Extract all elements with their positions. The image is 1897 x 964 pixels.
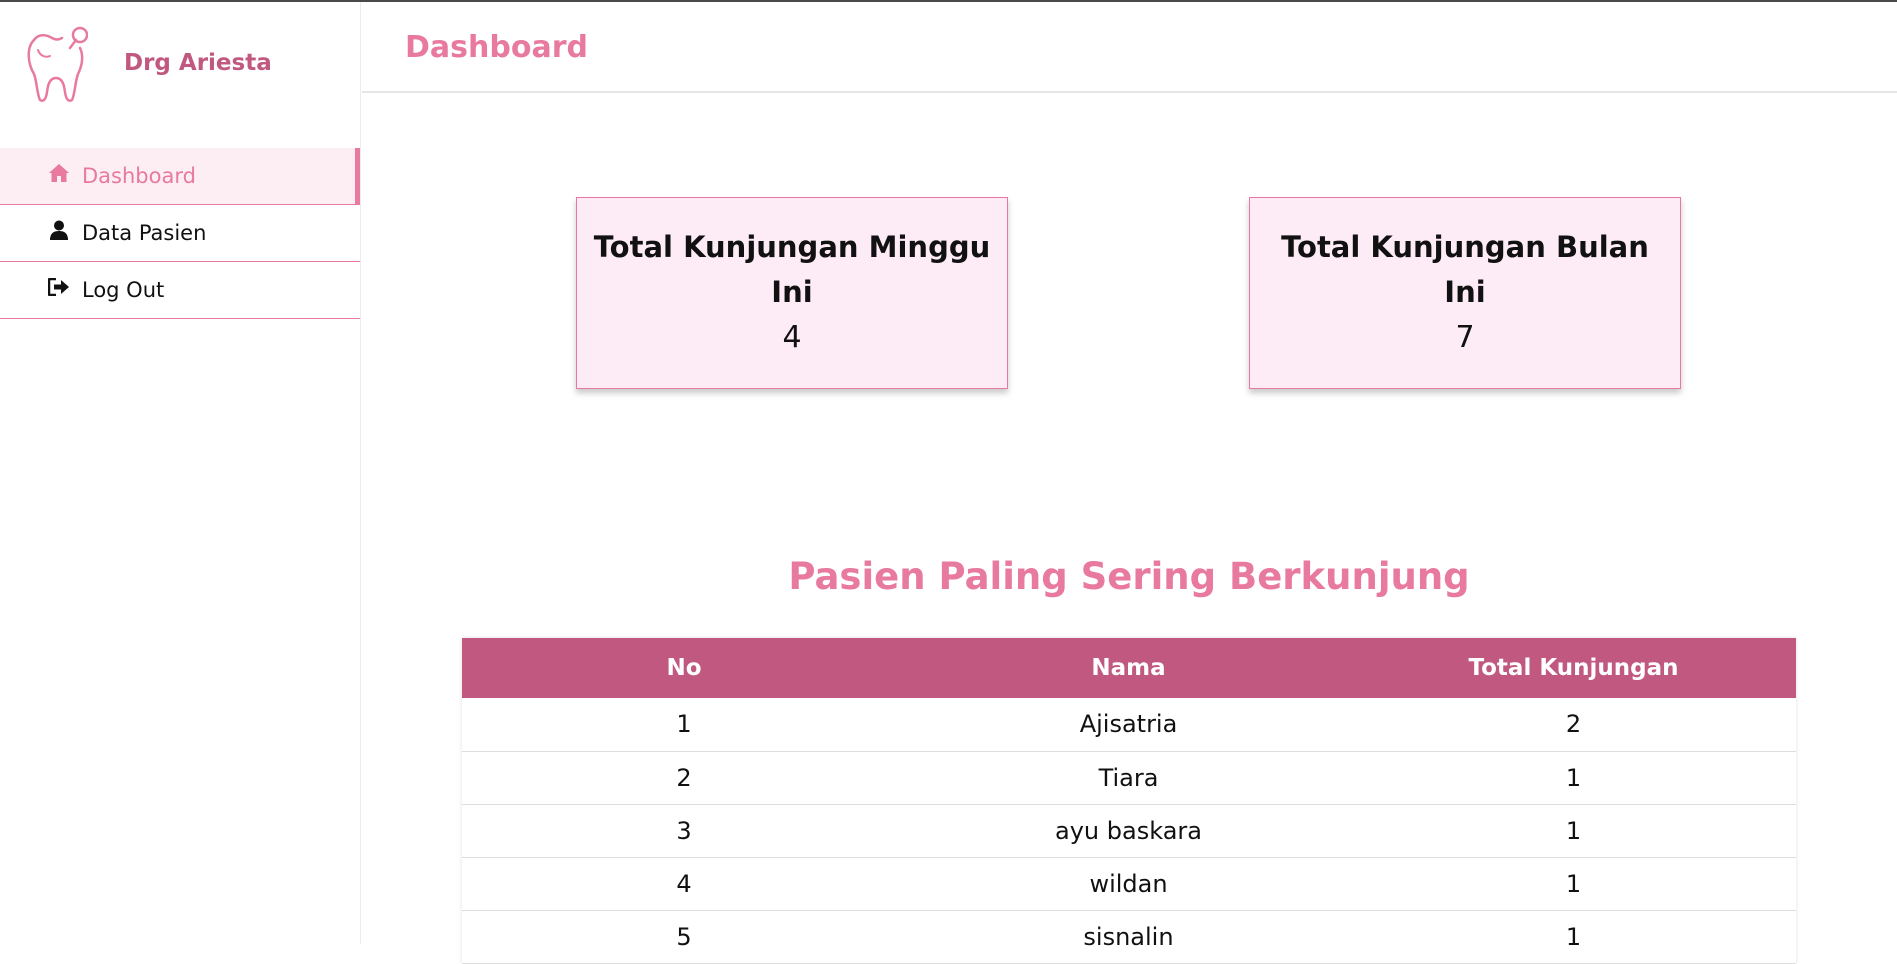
sidebar-item-log-out[interactable]: Log Out bbox=[0, 262, 360, 319]
monthly-visits-card: Total Kunjungan Bulan Ini 7 bbox=[1249, 197, 1681, 389]
table-cell: sisnalin bbox=[906, 910, 1351, 964]
table-row: 5 sisnalin 1 bbox=[462, 910, 1796, 964]
column-header: Total Kunjungan bbox=[1468, 655, 1679, 681]
column-header: No bbox=[666, 655, 702, 681]
table-row: 1 Ajisatria 2 bbox=[462, 698, 1796, 752]
home-icon bbox=[48, 162, 70, 184]
sidebar-item-label: Dashboard bbox=[82, 164, 196, 188]
column-header: Nama bbox=[1091, 655, 1166, 681]
sidebar-nav: Dashboard Data Pasien Log Out bbox=[0, 148, 360, 319]
table-cell: 2 bbox=[1351, 698, 1796, 752]
table-cell: 1 bbox=[1351, 910, 1796, 964]
card-title: Total Kunjungan Bulan Ini bbox=[1281, 230, 1649, 309]
brand[interactable]: Drg Ariesta bbox=[24, 26, 354, 106]
frequent-patients-table: No Nama Total Kunjungan 1 Ajisatria 2 2 … bbox=[462, 638, 1796, 964]
table-header-row: No Nama Total Kunjungan bbox=[462, 638, 1796, 698]
sign-out-icon bbox=[48, 276, 70, 298]
table-cell: 2 bbox=[462, 751, 906, 805]
table-cell: 4 bbox=[462, 857, 906, 911]
card-value: 4 bbox=[782, 320, 802, 355]
sidebar-item-data-pasien[interactable]: Data Pasien bbox=[0, 205, 360, 262]
card-title: Total Kunjungan Minggu Ini bbox=[593, 230, 991, 309]
sidebar: Drg Ariesta Dashboard Data Pasien Log Ou… bbox=[0, 2, 361, 944]
brand-name: Drg Ariesta bbox=[124, 50, 272, 76]
section-title: Pasien Paling Sering Berkunjung bbox=[788, 555, 1470, 598]
table-cell: 1 bbox=[1351, 857, 1796, 911]
page-title: Dashboard bbox=[405, 30, 588, 65]
table-row: 4 wildan 1 bbox=[462, 857, 1796, 911]
tooth-icon bbox=[27, 26, 88, 102]
table-cell: 5 bbox=[462, 910, 906, 964]
weekly-visits-card: Total Kunjungan Minggu Ini 4 bbox=[576, 197, 1008, 389]
table-cell: 1 bbox=[1351, 751, 1796, 805]
user-icon bbox=[48, 219, 70, 241]
table-cell: Tiara bbox=[906, 751, 1351, 805]
sidebar-item-label: Log Out bbox=[82, 278, 165, 302]
table-cell: 1 bbox=[462, 698, 906, 752]
sidebar-item-dashboard[interactable]: Dashboard bbox=[0, 148, 360, 205]
page-header: Dashboard bbox=[362, 2, 1897, 93]
table-cell: ayu baskara bbox=[906, 804, 1351, 858]
table-row: 2 Tiara 1 bbox=[462, 751, 1796, 805]
table-cell: 1 bbox=[1351, 804, 1796, 858]
sidebar-item-label: Data Pasien bbox=[82, 221, 207, 245]
table-cell: Ajisatria bbox=[906, 698, 1351, 752]
card-value: 7 bbox=[1455, 320, 1475, 355]
table-cell: wildan bbox=[906, 857, 1351, 911]
table-cell: 3 bbox=[462, 804, 906, 858]
table-row: 3 ayu baskara 1 bbox=[462, 804, 1796, 858]
